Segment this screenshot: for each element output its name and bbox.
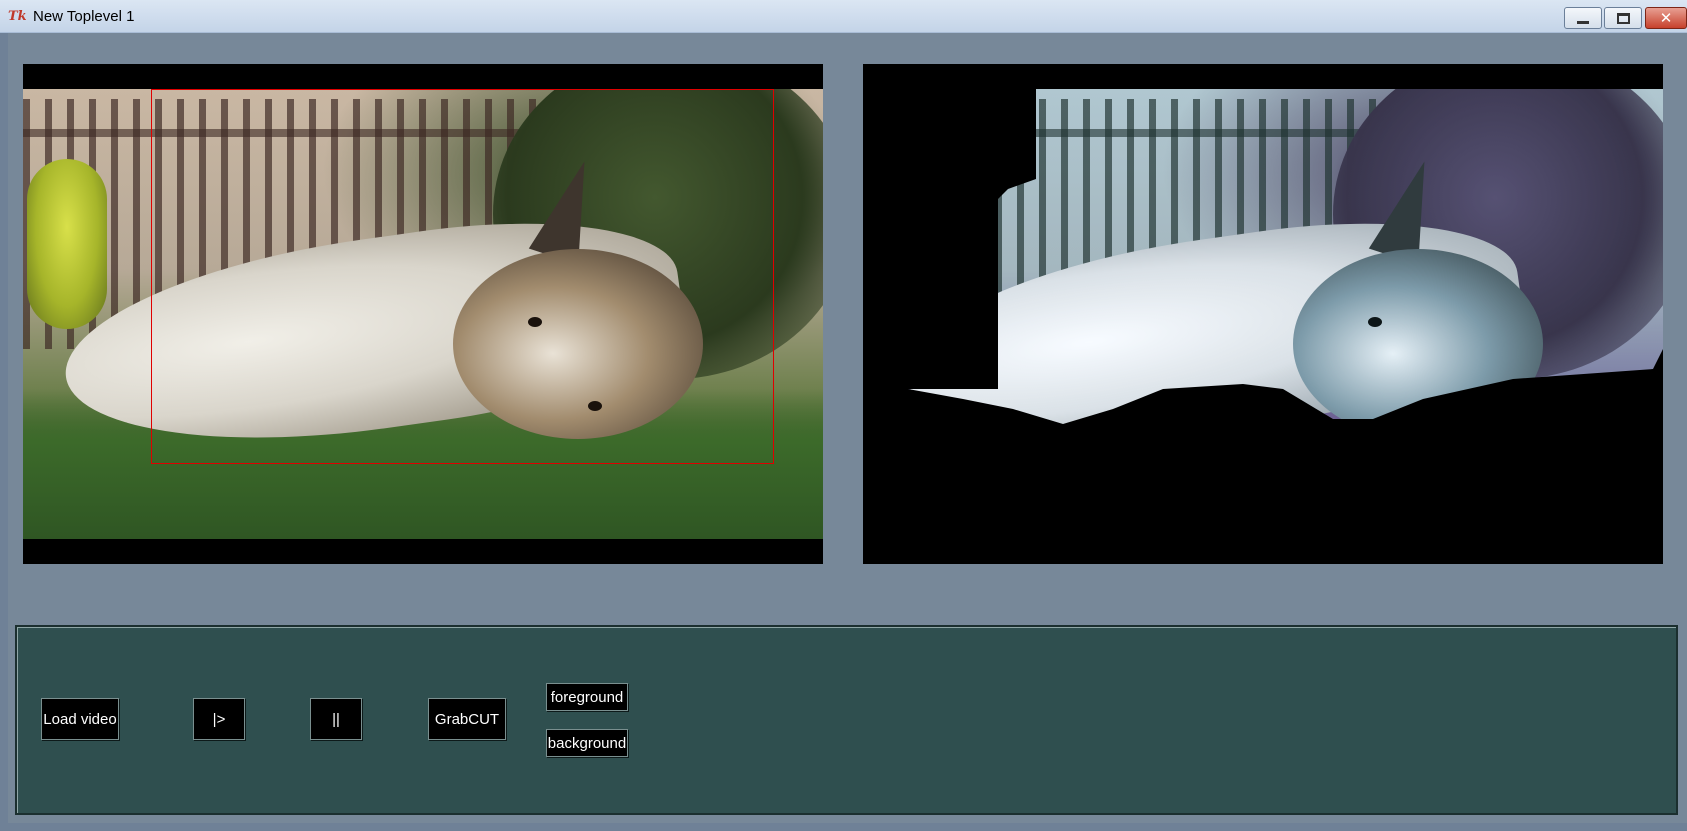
dog-eye-shape <box>1368 317 1382 327</box>
load-video-button[interactable]: Load video <box>41 698 119 740</box>
maximize-icon <box>1616 12 1630 24</box>
roi-selection-rectangle[interactable] <box>151 89 774 464</box>
close-button[interactable]: ✕ <box>1645 7 1687 29</box>
play-button[interactable]: |> <box>193 698 245 740</box>
source-video-canvas[interactable] <box>23 64 823 564</box>
dog-eye-shape <box>1428 401 1442 411</box>
minimize-button[interactable] <box>1564 7 1602 29</box>
window-bottom-border <box>0 823 1687 831</box>
pause-button[interactable]: || <box>310 698 362 740</box>
foreground-button[interactable]: foreground <box>546 683 628 711</box>
bush-decoration <box>27 159 107 329</box>
window-title: New Toplevel 1 <box>33 8 135 25</box>
grass-decoration <box>908 389 1663 424</box>
close-icon: ✕ <box>1659 8 1673 27</box>
client-area: Load video |> || GrabCUT foreground back… <box>0 33 1687 831</box>
grabcut-button[interactable]: GrabCUT <box>428 698 506 740</box>
result-video-canvas <box>863 64 1663 564</box>
dog-head-shape <box>1293 249 1543 424</box>
segmented-foreground <box>908 89 1663 424</box>
minimize-icon <box>1577 20 1589 24</box>
fence-rail-decoration <box>908 129 1383 137</box>
control-frame: Load video |> || GrabCUT foreground back… <box>15 625 1678 815</box>
segmented-frame-image <box>863 89 1663 539</box>
video-frame-image <box>23 89 823 539</box>
tk-feather-icon: Tk <box>8 9 27 24</box>
window-border <box>0 33 8 831</box>
background-button[interactable]: background <box>546 729 628 757</box>
window-titlebar[interactable]: Tk New Toplevel 1 ✕ <box>0 0 1687 33</box>
maximize-button[interactable] <box>1604 7 1642 29</box>
